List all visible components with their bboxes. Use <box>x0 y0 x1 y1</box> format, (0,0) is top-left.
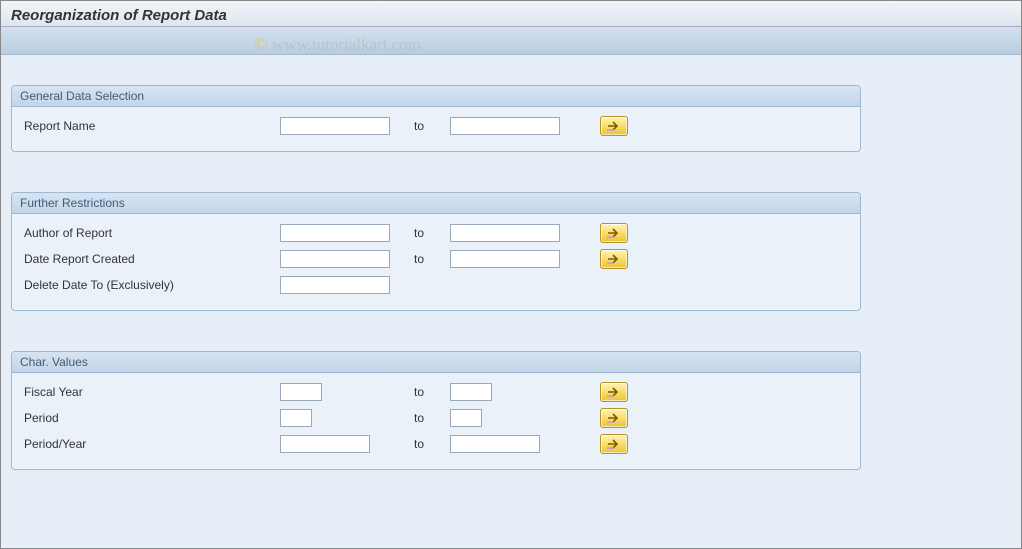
label-author: Author of Report <box>20 226 280 240</box>
multiple-selection-button[interactable] <box>600 249 628 269</box>
to-label: to <box>410 385 450 399</box>
content-area: General Data Selection Report Name to Fu… <box>1 55 1021 520</box>
label-report-name: Report Name <box>20 119 280 133</box>
author-from-input[interactable] <box>280 224 390 242</box>
to-label: to <box>410 252 450 266</box>
arrow-right-icon <box>607 227 621 239</box>
period-year-from-input[interactable] <box>280 435 370 453</box>
row-period: Period to <box>20 405 852 431</box>
row-delete-date: Delete Date To (Exclusively) <box>20 272 852 298</box>
row-report-name: Report Name to <box>20 113 852 139</box>
label-delete-date: Delete Date To (Exclusively) <box>20 278 280 292</box>
to-label: to <box>410 411 450 425</box>
page-title: Reorganization of Report Data <box>1 1 1021 27</box>
author-to-input[interactable] <box>450 224 560 242</box>
report-name-to-input[interactable] <box>450 117 560 135</box>
row-period-year: Period/Year to <box>20 431 852 457</box>
date-created-to-input[interactable] <box>450 250 560 268</box>
label-fiscal-year: Fiscal Year <box>20 385 280 399</box>
fiscal-year-from-input[interactable] <box>280 383 322 401</box>
multiple-selection-button[interactable] <box>600 116 628 136</box>
label-date-created: Date Report Created <box>20 252 280 266</box>
group-further-restrictions: Further Restrictions Author of Report to… <box>11 192 861 311</box>
multiple-selection-button[interactable] <box>600 408 628 428</box>
group-general-data-selection: General Data Selection Report Name to <box>11 85 861 152</box>
multiple-selection-button[interactable] <box>600 434 628 454</box>
arrow-right-icon <box>607 253 621 265</box>
multiple-selection-button[interactable] <box>600 223 628 243</box>
date-created-from-input[interactable] <box>280 250 390 268</box>
group-header-general: General Data Selection <box>12 86 860 107</box>
period-to-input[interactable] <box>450 409 482 427</box>
to-label: to <box>410 437 450 451</box>
row-date-created: Date Report Created to <box>20 246 852 272</box>
group-char-values: Char. Values Fiscal Year to Period to <box>11 351 861 470</box>
fiscal-year-to-input[interactable] <box>450 383 492 401</box>
arrow-right-icon <box>607 386 621 398</box>
multiple-selection-button[interactable] <box>600 382 628 402</box>
to-label: to <box>410 226 450 240</box>
group-header-further: Further Restrictions <box>12 193 860 214</box>
group-header-char-values: Char. Values <box>12 352 860 373</box>
application-toolbar <box>1 27 1021 55</box>
row-author: Author of Report to <box>20 220 852 246</box>
arrow-right-icon <box>607 120 621 132</box>
label-period-year: Period/Year <box>20 437 280 451</box>
label-period: Period <box>20 411 280 425</box>
delete-date-input[interactable] <box>280 276 390 294</box>
to-label: to <box>410 119 450 133</box>
arrow-right-icon <box>607 438 621 450</box>
report-name-from-input[interactable] <box>280 117 390 135</box>
period-from-input[interactable] <box>280 409 312 427</box>
period-year-to-input[interactable] <box>450 435 540 453</box>
arrow-right-icon <box>607 412 621 424</box>
row-fiscal-year: Fiscal Year to <box>20 379 852 405</box>
